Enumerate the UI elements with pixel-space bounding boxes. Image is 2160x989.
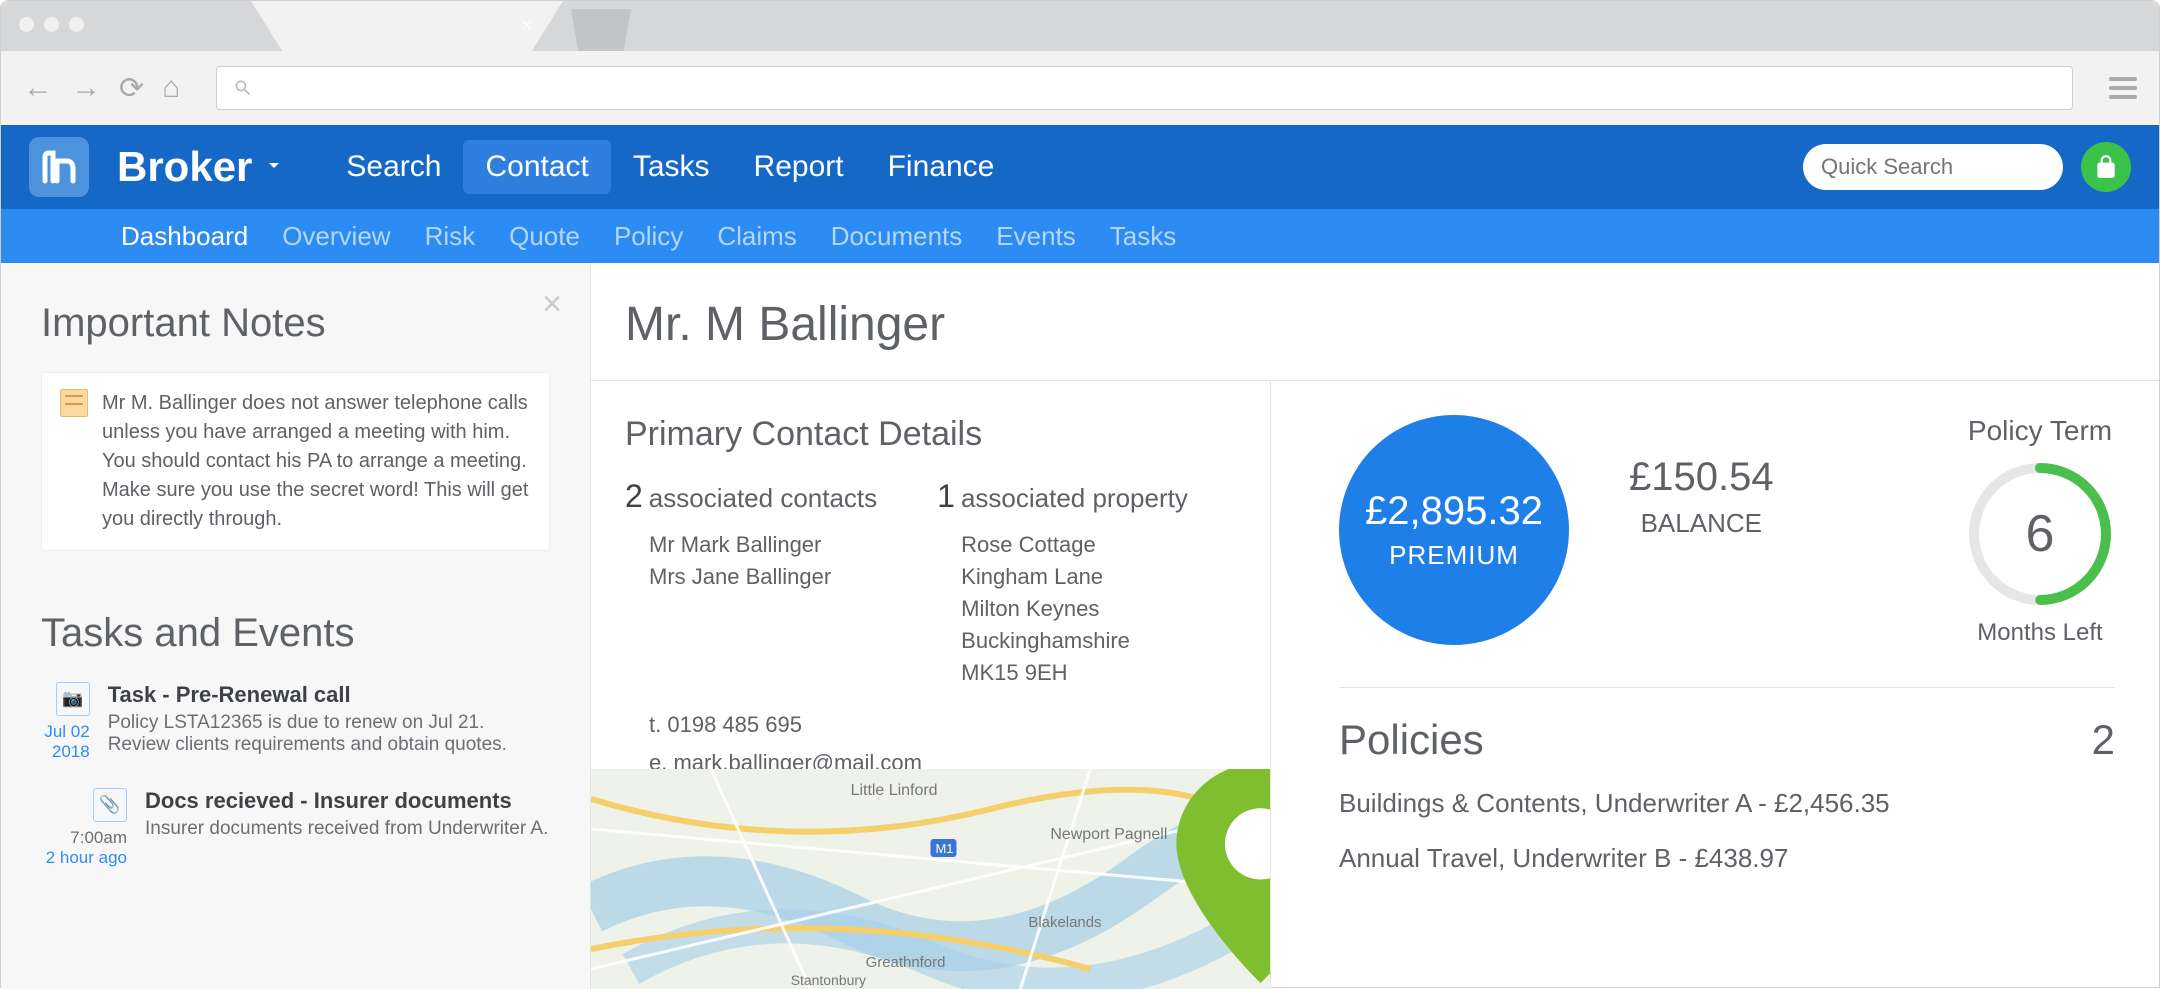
menu-icon[interactable]: [2109, 77, 2137, 99]
map-pin-icon: [921, 769, 1270, 983]
task-item[interactable]: 📷Jul 02 2018Task - Pre-Renewal callPolic…: [41, 682, 550, 762]
minimize-dot[interactable]: [44, 17, 59, 32]
window-controls[interactable]: [19, 17, 84, 32]
nav-report[interactable]: Report: [732, 140, 866, 194]
back-icon[interactable]: ←: [23, 71, 53, 105]
browser-tab-new[interactable]: [571, 9, 631, 51]
quick-search[interactable]: [1803, 144, 2063, 190]
contact-details-panel: Primary Contact Details 2associated cont…: [591, 381, 1271, 989]
summary-panel: £2,895.32 PREMIUM £150.54 BALANCE Policy…: [1271, 381, 2159, 989]
lock-button[interactable]: [2081, 142, 2131, 192]
tab-bar: ×: [1, 1, 2159, 51]
search-icon: [233, 78, 253, 98]
svg-text:Stantonbury: Stantonbury: [791, 972, 866, 988]
app-logo[interactable]: [29, 137, 89, 197]
subnav-documents[interactable]: Documents: [831, 221, 963, 252]
main: × Important Notes Mr M. Ballinger does n…: [1, 263, 2159, 989]
note-text: Mr M. Ballinger does not answer telephon…: [102, 389, 531, 534]
associated-property: 1associated property Rose CottageKingham…: [937, 478, 1188, 688]
sidebar-close-icon[interactable]: ×: [542, 285, 562, 324]
subnav-tasks[interactable]: Tasks: [1110, 221, 1176, 252]
url-bar[interactable]: [216, 66, 2073, 110]
reload-icon[interactable]: ⟳: [119, 71, 144, 106]
details-heading: Primary Contact Details: [625, 415, 1240, 454]
subnav-overview[interactable]: Overview: [282, 221, 390, 252]
policy-item[interactable]: Annual Travel, Underwriter B - £438.97: [1339, 843, 2115, 874]
policies-heading: Policies: [1339, 716, 1484, 764]
camera-icon: 📷: [56, 682, 90, 716]
browser-tab-active[interactable]: [251, 1, 563, 51]
subnav-claims[interactable]: Claims: [717, 221, 796, 252]
tasks-heading: Tasks and Events: [41, 611, 550, 656]
subnav-quote[interactable]: Quote: [509, 221, 580, 252]
balance-stat: £150.54 BALANCE: [1629, 455, 1774, 539]
divider: [1339, 687, 2115, 688]
note-card[interactable]: Mr M. Ballinger does not answer telephon…: [41, 372, 550, 551]
subnav-dashboard[interactable]: Dashboard: [121, 221, 248, 252]
sub-nav: Dashboard Overview Risk Quote Policy Claims Do…: [1, 209, 2159, 263]
close-dot[interactable]: [19, 17, 34, 32]
policy-term: Policy Term 6 Months Left: [1965, 415, 2115, 647]
lock-icon: [2093, 154, 2119, 180]
task-item[interactable]: 📎7:00am2 hour agoDocs recieved - Insurer…: [41, 788, 550, 868]
nav-tasks[interactable]: Tasks: [611, 140, 732, 194]
sidebar: × Important Notes Mr M. Ballinger does n…: [1, 263, 591, 989]
note-icon: [60, 389, 88, 417]
subnav-policy[interactable]: Policy: [614, 221, 683, 252]
associated-contacts: 2associated contacts Mr Mark BallingerMr…: [625, 478, 877, 688]
tab-close-icon[interactable]: ×: [521, 15, 533, 38]
notes-heading: Important Notes: [41, 301, 550, 346]
browser-chrome: × ← → ⟳ ⌂: [1, 1, 2159, 125]
policy-item[interactable]: Buildings & Contents, Underwriter A - £2…: [1339, 788, 2115, 819]
subnav-events[interactable]: Events: [996, 221, 1076, 252]
subnav-risk[interactable]: Risk: [425, 221, 476, 252]
nav-search[interactable]: Search: [324, 140, 463, 194]
policies-count: 2: [2092, 716, 2115, 764]
app-nav: Broker SearchContactTasksReportFinance: [1, 125, 2159, 209]
content: Mr. M Ballinger Primary Contact Details …: [591, 263, 2159, 989]
paperclip-icon: 📎: [93, 788, 127, 822]
home-icon[interactable]: ⌂: [162, 71, 180, 105]
browser-toolbar: ← → ⟳ ⌂: [1, 51, 2159, 125]
nav-finance[interactable]: Finance: [866, 140, 1017, 194]
forward-icon[interactable]: →: [71, 71, 101, 105]
nav-contact[interactable]: Contact: [463, 140, 610, 194]
premium-badge: £2,895.32 PREMIUM: [1339, 415, 1569, 645]
zoom-dot[interactable]: [69, 17, 84, 32]
brand-name[interactable]: Broker: [117, 143, 252, 191]
quick-search-input[interactable]: [1821, 154, 2109, 180]
map[interactable]: M1 Little Linford Newport Pagnell Blakel…: [591, 769, 1270, 989]
contact-title: Mr. M Ballinger: [591, 263, 2159, 380]
brand-caret-icon[interactable]: [262, 153, 286, 182]
contact-phone[interactable]: 0198 485 695: [667, 712, 802, 737]
